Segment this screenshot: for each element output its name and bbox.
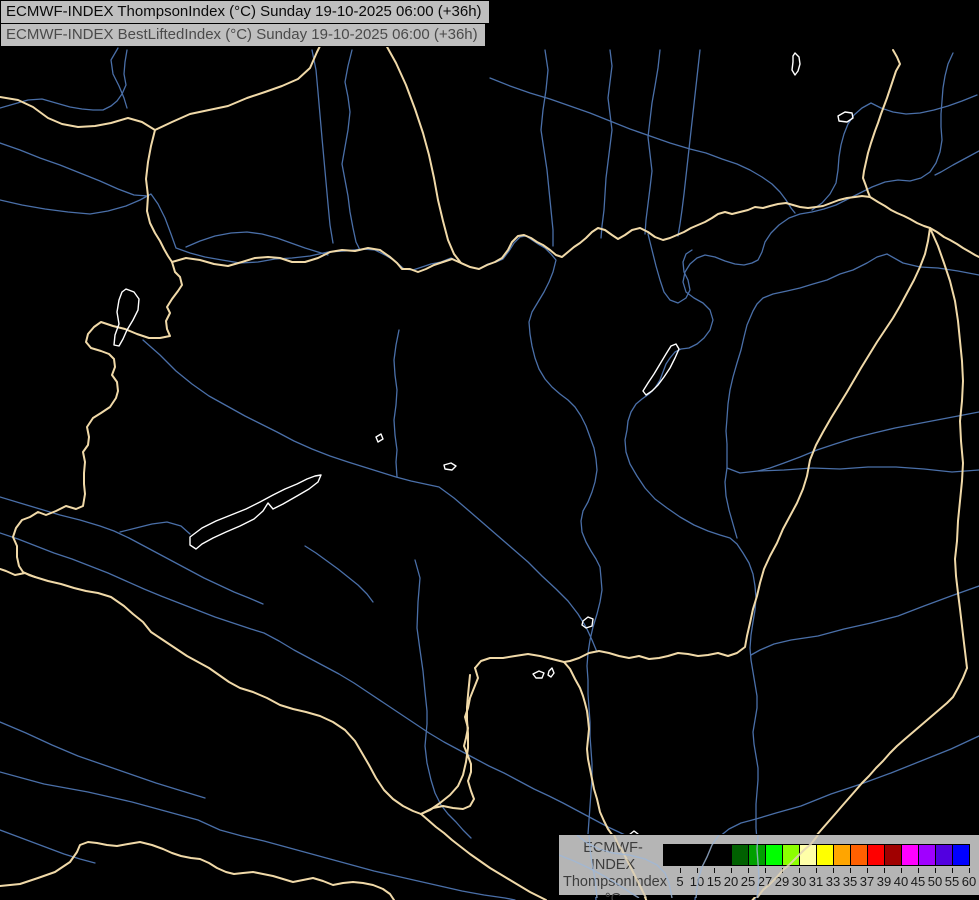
legend-tick (918, 868, 919, 873)
legend-tick (799, 868, 800, 873)
legend-tick (680, 868, 681, 873)
legend-swatch (714, 845, 731, 865)
lake-balaton-outline (190, 475, 321, 549)
lake-outline (533, 671, 544, 678)
lake-outline (376, 434, 383, 442)
river-path (648, 234, 692, 303)
river-path (143, 340, 597, 652)
legend-swatch (952, 845, 969, 865)
weather-map (0, 0, 979, 900)
river-path (415, 560, 471, 838)
color-scale-legend: ECMWF-INDEX ThompsonIndex °C 51015202527… (558, 834, 979, 897)
border-path (0, 842, 394, 900)
legend-swatch (680, 845, 697, 865)
lake-outlines (114, 53, 853, 838)
legend-swatch (748, 845, 765, 865)
legend-tick (833, 868, 834, 873)
river-path (625, 53, 953, 900)
legend-tick (816, 868, 817, 873)
legend-tick (782, 868, 783, 873)
border-path (564, 228, 930, 662)
legend-tick (765, 868, 766, 873)
legend-tick-label: 60 (956, 874, 979, 889)
border-path (35, 577, 470, 814)
legend-swatch (867, 845, 884, 865)
legend-tick (697, 868, 698, 873)
river-path (342, 50, 360, 250)
lake-outline (792, 53, 800, 75)
river-path (601, 50, 612, 238)
river-path (312, 50, 333, 243)
border-path (475, 654, 564, 668)
lake-tisza-outline (643, 344, 679, 395)
map-title-block: ECMWF-INDEX ThompsonIndex (°C) Sunday 19… (0, 0, 490, 47)
map-title-line2: ECMWF-INDEX BestLiftedIndex (°C) Sunday … (0, 23, 486, 47)
river-path (120, 522, 190, 534)
river-path (0, 533, 665, 855)
legend-tick (901, 868, 902, 873)
border-path (0, 569, 35, 577)
lake-neusiedl-outline (114, 289, 139, 346)
legend-swatch-row (663, 844, 970, 866)
border-path (146, 130, 172, 262)
river-path (726, 254, 979, 468)
map-title-line1: ECMWF-INDEX ThompsonIndex (°C) Sunday 19… (0, 0, 490, 24)
legend-swatch (697, 845, 714, 865)
lake-outline (444, 463, 456, 470)
legend-swatch (884, 845, 901, 865)
legend-tick (850, 868, 851, 873)
river-path (0, 194, 602, 900)
river-path (186, 232, 328, 255)
legend-swatch (765, 845, 782, 865)
river-path (0, 722, 205, 798)
river-path (751, 586, 979, 655)
legend-swatch (782, 845, 799, 865)
river-path (541, 50, 553, 246)
legend-swatch (816, 845, 833, 865)
river-path (678, 50, 700, 236)
river-path (0, 830, 95, 863)
river-path (305, 546, 373, 602)
border-path (421, 814, 546, 900)
river-path (758, 412, 979, 471)
legend-swatch (918, 845, 935, 865)
legend-tick (884, 868, 885, 873)
legend-title-line2: ThompsonIndex (563, 874, 663, 891)
legend-swatch (799, 845, 816, 865)
border-path (172, 196, 979, 272)
legend-tick (935, 868, 936, 873)
border-path (863, 50, 900, 197)
river-path (812, 95, 977, 210)
legend-swatch (850, 845, 867, 865)
legend-tick-row: 51015202527293031333537394045505560 (663, 866, 973, 892)
legend-title-line1: ECMWF-INDEX (563, 840, 663, 874)
legend-tick (714, 868, 715, 873)
legend-tick (748, 868, 749, 873)
legend-titles: ECMWF-INDEX ThompsonIndex °C (563, 840, 663, 900)
legend-unit-label: °C (563, 891, 663, 900)
legend-swatch (664, 845, 680, 865)
legend-tick (731, 868, 732, 873)
legend-tick (952, 868, 953, 873)
legend-swatch (935, 845, 952, 865)
border-path (0, 97, 155, 130)
river-path (394, 330, 399, 477)
legend-swatch (901, 845, 918, 865)
legend-tick (867, 868, 868, 873)
river-path (645, 50, 660, 234)
river-path (0, 772, 515, 900)
river-path (935, 151, 979, 175)
legend-tick (969, 868, 970, 873)
border-path (13, 262, 182, 577)
river-path (725, 467, 979, 538)
map-canvas: ECMWF-INDEX ThompsonIndex (°C) Sunday 19… (0, 0, 979, 900)
legend-swatch (833, 845, 850, 865)
river-path (490, 78, 795, 213)
river-path (0, 143, 148, 196)
legend-swatch (731, 845, 748, 865)
country-border-paths (0, 17, 979, 900)
lake-outline (548, 668, 554, 677)
